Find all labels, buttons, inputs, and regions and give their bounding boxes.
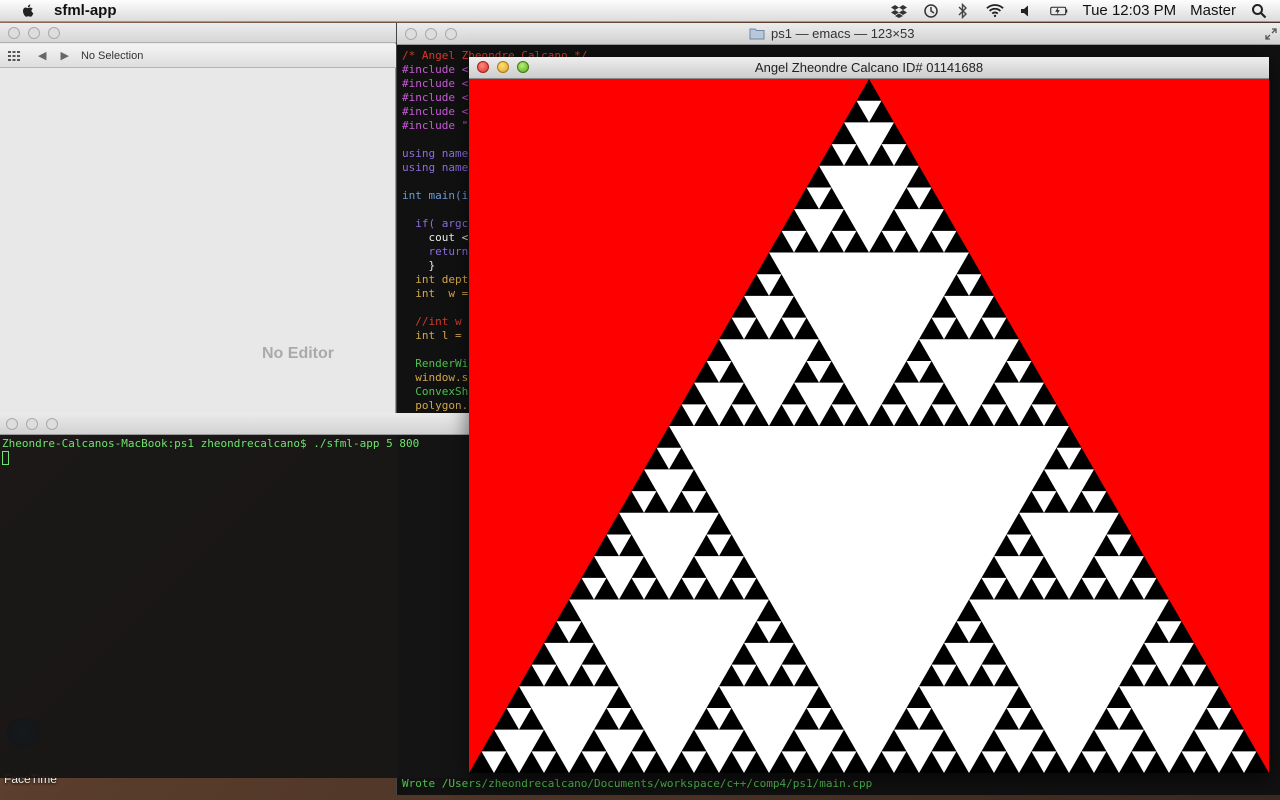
- window-controls: [8, 27, 60, 39]
- zoom-button[interactable]: [517, 61, 529, 73]
- zoom-button[interactable]: [46, 418, 58, 430]
- zoom-button[interactable]: [48, 27, 60, 39]
- window-controls: [6, 418, 58, 430]
- emacs-title-text: ps1 — emacs — 123×53: [771, 26, 915, 41]
- jumpbar-selection[interactable]: No Selection: [81, 50, 143, 62]
- terminal-window: Zheondre-Calcanos-MacBook:ps1 zheondreca…: [0, 413, 470, 778]
- menu-bar: sfml-app Tue 12:03 PM Master: [0, 0, 1280, 22]
- sfml-titlebar[interactable]: Angel Zheondre Calcano ID# 01141688: [469, 57, 1269, 79]
- back-arrow-icon[interactable]: ◀: [38, 49, 46, 62]
- emacs-title: ps1 — emacs — 123×53: [749, 26, 914, 41]
- apple-icon[interactable]: [20, 3, 36, 19]
- fast-user-switch-name[interactable]: Master: [1190, 2, 1236, 19]
- window-controls: [477, 61, 529, 73]
- bluetooth-icon[interactable]: [954, 2, 972, 19]
- close-button[interactable]: [477, 61, 489, 73]
- minimize-button[interactable]: [28, 27, 40, 39]
- window-controls: [405, 28, 457, 40]
- dropbox-icon[interactable]: [890, 3, 908, 19]
- close-button[interactable]: [405, 28, 417, 40]
- echo-area: Wrote /Users/zheondrecalcano/Documents/w…: [402, 777, 873, 790]
- wifi-icon[interactable]: [986, 3, 1005, 19]
- battery-icon[interactable]: [1050, 3, 1068, 19]
- minimize-button[interactable]: [26, 418, 38, 430]
- terminal-titlebar[interactable]: [0, 413, 470, 435]
- volume-icon[interactable]: [1018, 3, 1036, 19]
- close-button[interactable]: [6, 418, 18, 430]
- terminal-prompt[interactable]: Zheondre-Calcanos-MacBook:ps1 zheondreca…: [2, 437, 419, 450]
- minimize-button[interactable]: [497, 61, 509, 73]
- sierpinski-canvas: [469, 79, 1269, 773]
- forward-arrow-icon[interactable]: ▶: [60, 49, 68, 62]
- menu-clock[interactable]: Tue 12:03 PM: [1082, 2, 1176, 19]
- spotlight-search-icon[interactable]: [1250, 3, 1268, 19]
- no-editor-placeholder: No Editor: [262, 345, 334, 362]
- zoom-button[interactable]: [445, 28, 457, 40]
- sfml-window: Angel Zheondre Calcano ID# 01141688: [469, 57, 1269, 773]
- fullscreen-icon[interactable]: [1265, 28, 1277, 40]
- xcode-window: ◀ ▶ No Selection No Editor: [0, 23, 396, 413]
- close-button[interactable]: [8, 27, 20, 39]
- minimize-button[interactable]: [425, 28, 437, 40]
- emacs-titlebar[interactable]: ps1 — emacs — 123×53: [397, 23, 1280, 45]
- related-items-grid-icon[interactable]: [8, 50, 20, 61]
- sfml-window-title: Angel Zheondre Calcano ID# 01141688: [754, 60, 984, 75]
- time-machine-icon[interactable]: [922, 3, 940, 19]
- xcode-titlebar[interactable]: [0, 23, 396, 43]
- folder-icon: [749, 28, 765, 40]
- jump-bar: ◀ ▶ No Selection: [0, 44, 396, 68]
- terminal-cursor: [2, 451, 9, 465]
- app-menu-name[interactable]: sfml-app: [54, 2, 117, 19]
- menu-extras: Tue 12:03 PM Master: [890, 2, 1280, 19]
